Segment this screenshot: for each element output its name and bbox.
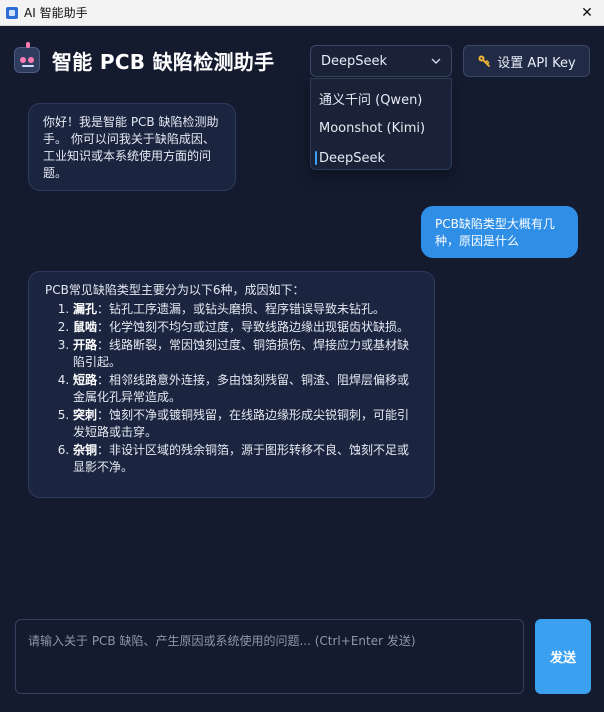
app-icon bbox=[6, 6, 18, 19]
page-title: 智能 PCB 缺陷检测助手 bbox=[52, 49, 275, 74]
model-dropdown: 通义千问 (Qwen) Moonshot (Kimi) DeepSeek bbox=[310, 78, 452, 170]
list-item: 开路：线路断裂，常因蚀刻过度、铜箔损伤、焊接应力或基材缺陷引起。 bbox=[73, 337, 418, 371]
list-item: 鼠啮：化学蚀刻不均匀或过度，导致线路边缘出现锯齿状缺损。 bbox=[73, 319, 418, 336]
list-item: 短路：相邻线路意外连接，多由蚀刻残留、铜渣、阻焊层偏移或金属化孔异常造成。 bbox=[73, 372, 418, 406]
model-option-qwen[interactable]: 通义千问 (Qwen) bbox=[311, 83, 451, 113]
model-select-value: DeepSeek bbox=[321, 53, 388, 69]
answer-intro: PCB常见缺陷类型主要分为以下6种，成因如下： bbox=[45, 283, 305, 297]
model-option-deepseek[interactable]: DeepSeek bbox=[311, 143, 451, 173]
window-title: AI 智能助手 bbox=[24, 6, 88, 20]
user-message: PCB缺陷类型大概有几种，原因是什么 bbox=[421, 206, 578, 258]
send-button[interactable]: 发送 bbox=[535, 619, 591, 694]
robot-icon bbox=[14, 42, 40, 73]
model-select[interactable]: DeepSeek bbox=[310, 45, 452, 77]
question-input[interactable] bbox=[28, 632, 511, 681]
api-button-label: 设置 API Key bbox=[497, 55, 576, 71]
set-api-key-button[interactable]: 设置 API Key bbox=[463, 45, 590, 77]
key-icon bbox=[478, 55, 491, 67]
list-item: 突刺：蚀刻不净或镀铜残留，在线路边缘形成尖锐铜刺，可能引发短路或击穿。 bbox=[73, 407, 418, 441]
list-item: 漏孔：钻孔工序遗漏，或钻头磨损、程序错误导致未钻孔。 bbox=[73, 301, 418, 318]
assistant-message: 你好！我是智能 PCB 缺陷检测助手。 你可以问我关于缺陷成因、工业知识或本系统… bbox=[28, 103, 236, 191]
question-input-container bbox=[15, 619, 524, 694]
close-button[interactable]: ✕ bbox=[570, 0, 604, 26]
chevron-down-icon bbox=[431, 58, 441, 64]
model-option-kimi[interactable]: Moonshot (Kimi) bbox=[311, 113, 451, 143]
assistant-message: PCB常见缺陷类型主要分为以下6种，成因如下： 漏孔：钻孔工序遗漏，或钻头磨损、… bbox=[28, 271, 435, 498]
app-window: AI 智能助手 ✕ 智能 PCB 缺陷检测助手 DeepSeek 通义千问 (Q… bbox=[0, 0, 604, 712]
defect-list: 漏孔：钻孔工序遗漏，或钻头磨损、程序错误导致未钻孔。 鼠啮：化学蚀刻不均匀或过度… bbox=[45, 301, 418, 476]
title-bar: AI 智能助手 ✕ bbox=[0, 0, 604, 26]
list-item: 杂铜：非设计区域的残余铜箔，源于图形转移不良、蚀刻不足或显影不净。 bbox=[73, 442, 418, 476]
